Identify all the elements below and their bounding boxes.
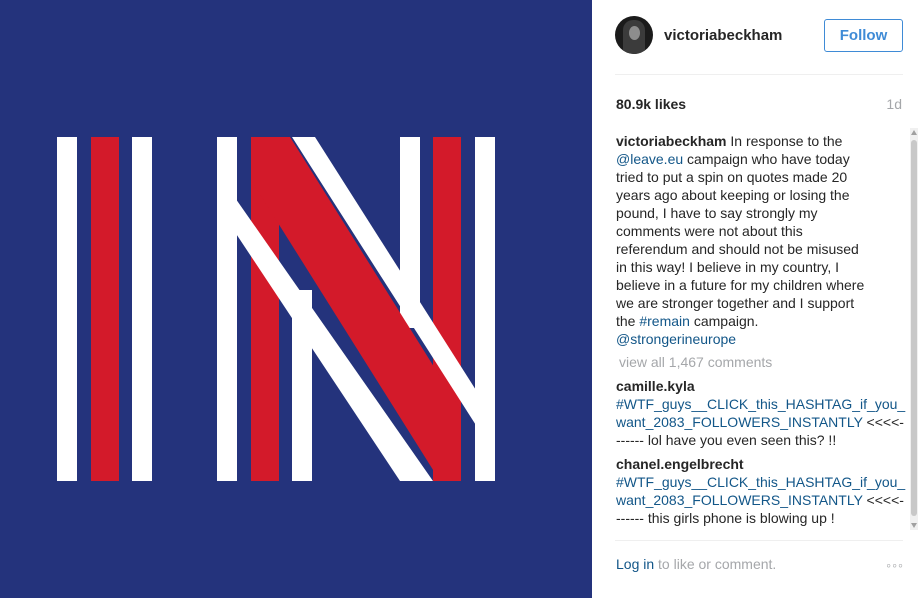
caption-line: referendum and should not be misused <box>616 241 859 257</box>
footer-divider <box>615 540 903 541</box>
caption-line: @leave.eu campaign who have today <box>616 150 906 168</box>
in-logo-graphic <box>0 0 592 598</box>
comments-list[interactable]: victoriabeckham In response to the @leav… <box>616 132 906 530</box>
scroll-thumb[interactable] <box>911 140 917 516</box>
login-link[interactable]: Log in <box>616 556 654 572</box>
caption-line: in this way! I believe in my country, I <box>616 259 840 275</box>
comment-item: camille.kyla #WTF_guys__CLICK_this_HASHT… <box>616 377 906 449</box>
profile-avatar[interactable] <box>615 16 653 54</box>
follow-button[interactable]: Follow <box>824 19 903 52</box>
comments-scrollbar[interactable] <box>910 128 918 530</box>
comment-author[interactable]: camille.kyla <box>616 378 695 394</box>
post-header: victoriabeckham Follow <box>592 0 918 74</box>
view-all-comments-link[interactable]: view all 1,467 comments <box>619 354 906 370</box>
caption: victoriabeckham In response to the @leav… <box>616 132 906 348</box>
i-stripe-red <box>91 137 119 481</box>
i-stripe-white-right <box>132 137 152 481</box>
post-time[interactable]: 1d <box>886 96 902 112</box>
caption-line: believe in a future for my children wher… <box>616 277 865 293</box>
caption-author[interactable]: victoriabeckham <box>616 133 727 149</box>
caption-segment: campaign who have today <box>683 151 850 167</box>
post-side-panel: victoriabeckham Follow 80.9k likes 1d vi… <box>592 0 918 598</box>
caption-line: pound, I have to say strongly my <box>616 205 818 221</box>
caption-line: we are stronger together and I support <box>616 295 855 311</box>
comment-item: chanel.engelbrecht #WTF_guys__CLICK_this… <box>616 455 906 527</box>
post-username[interactable]: victoriabeckham <box>664 27 782 44</box>
caption-text: victoriabeckham In response to the @leav… <box>616 132 906 348</box>
caption-segment: the <box>616 313 640 329</box>
ellipsis-icon[interactable]: ◦◦◦ <box>886 557 904 573</box>
post-footer: Log in to like or comment. <box>616 556 776 572</box>
mention-link[interactable]: @strongerineurope <box>616 331 736 347</box>
login-suffix: to like or comment. <box>654 556 777 572</box>
caption-line: years ago about keeping or losing the <box>616 187 850 203</box>
caption-segment: In response to the <box>726 133 843 149</box>
header-divider <box>615 74 903 75</box>
post-image <box>0 0 592 598</box>
caption-segment: campaign. <box>689 313 759 329</box>
caption-line: the #remain campaign. <box>616 312 906 330</box>
caption-line: @strongerineurope <box>616 330 906 348</box>
likes-count[interactable]: 80.9k likes <box>616 96 686 112</box>
hashtag-link[interactable]: #remain <box>639 313 690 329</box>
caption-line: tried to put a spin on quotes made 20 <box>616 169 848 185</box>
avatar-face <box>629 26 640 40</box>
caption-line: victoriabeckham In response to the <box>616 132 906 150</box>
scroll-up-arrow-icon[interactable] <box>911 130 917 135</box>
mention-link[interactable]: @leave.eu <box>616 151 683 167</box>
i-stripe-white-left <box>57 137 77 481</box>
caption-line: comments were not about this <box>616 223 803 239</box>
comment-author[interactable]: chanel.engelbrecht <box>616 456 744 472</box>
scroll-down-arrow-icon[interactable] <box>911 523 917 528</box>
